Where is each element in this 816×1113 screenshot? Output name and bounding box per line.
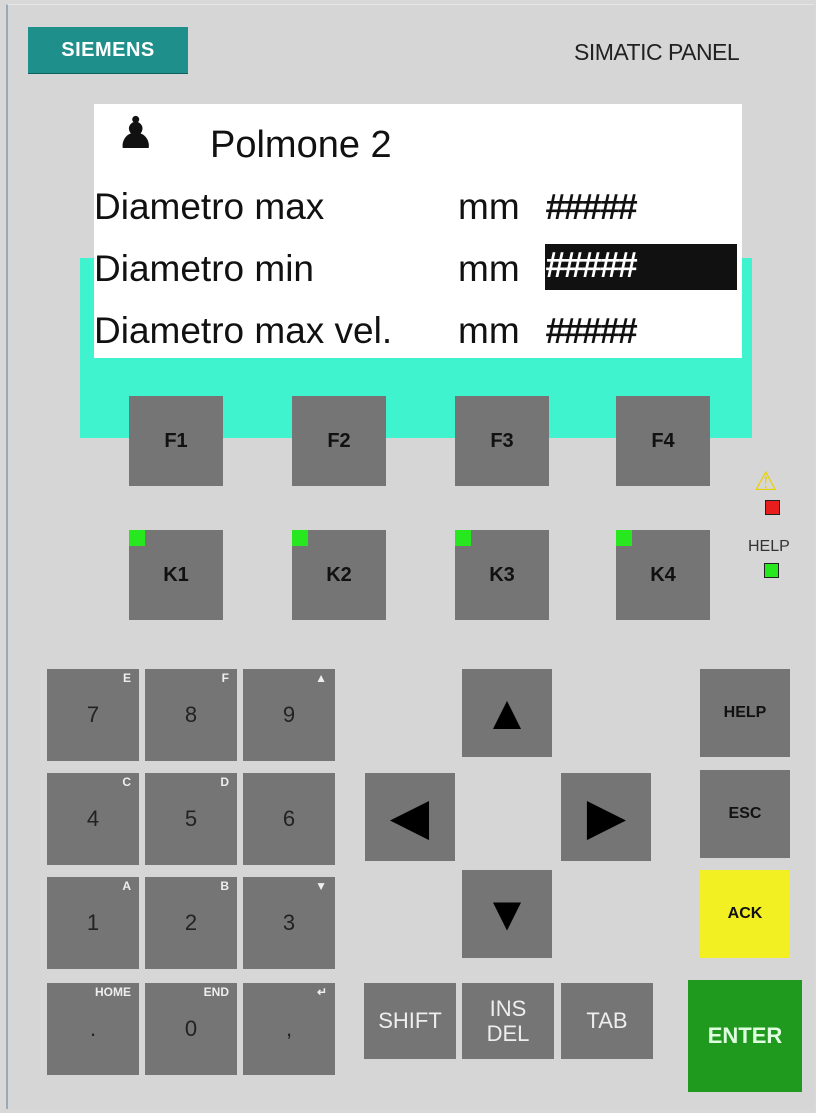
right-arrow-icon: ▶ [587, 791, 625, 844]
tab-button[interactable]: TAB [561, 983, 653, 1059]
row-label-diametro-min: Diametro min [94, 248, 314, 289]
left-arrow-button[interactable]: ◀ [365, 773, 455, 861]
row-unit: mm [458, 310, 520, 351]
key-6[interactable]: 6 [243, 773, 335, 865]
ins-label: INS [489, 995, 527, 1021]
key-5[interactable]: D5 [145, 773, 237, 865]
right-arrow-button[interactable]: ▶ [561, 773, 651, 861]
k2-label: K2 [326, 563, 352, 586]
ins-del-button[interactable]: INS DEL [462, 983, 554, 1059]
left-arrow-icon: ◀ [391, 791, 429, 844]
f1-button[interactable]: F1 [129, 396, 223, 486]
down-arrow-icon: ▼ [483, 887, 531, 941]
help-indicator-label: HELP [748, 538, 790, 555]
key-3[interactable]: ▼ 3 [243, 877, 335, 969]
key-8[interactable]: F8 [145, 669, 237, 761]
k3-led [455, 530, 471, 546]
key-2[interactable]: B2 [145, 877, 237, 969]
key-7[interactable]: E7 [47, 669, 139, 761]
del-label: DEL [486, 1021, 530, 1046]
f2-button[interactable]: F2 [292, 396, 386, 486]
key-4[interactable]: C4 [47, 773, 139, 865]
k1-button[interactable]: K1 [129, 530, 223, 620]
k3-label: K3 [489, 563, 515, 586]
key-1[interactable]: A1 [47, 877, 139, 969]
k4-led [616, 530, 632, 546]
enter-button[interactable]: ENTER [688, 980, 802, 1092]
k1-led [129, 530, 145, 546]
value-field-diametro-min[interactable]: ##### [545, 244, 737, 290]
f4-button[interactable]: F4 [616, 396, 710, 486]
pawn-icon: ♟ [116, 109, 156, 158]
warning-icon: ⚠ [754, 466, 778, 496]
k4-label: K4 [650, 563, 676, 586]
esc-button[interactable]: ESC [700, 770, 790, 858]
key-dot[interactable]: HOME. [47, 983, 139, 1075]
row-unit: mm [458, 248, 520, 289]
down-arrow-button[interactable]: ▼ [462, 870, 552, 958]
k1-label: K1 [163, 563, 189, 586]
screen-title: Polmone 2 [210, 124, 392, 166]
ack-button[interactable]: ACK [700, 870, 790, 958]
up-arrow-button[interactable]: ▲ [462, 669, 552, 757]
key-9[interactable]: ▲ 9 [243, 669, 335, 761]
row-label-diametro-max: Diametro max [94, 186, 325, 227]
row-unit: mm [458, 186, 520, 227]
k3-button[interactable]: K3 [455, 530, 549, 620]
k4-button[interactable]: K4 [616, 530, 710, 620]
key-0[interactable]: END 0 [145, 983, 237, 1075]
siemens-logo: SIEMENS [28, 27, 188, 73]
k2-button[interactable]: K2 [292, 530, 386, 620]
up-arrow-icon: ▲ [483, 686, 531, 740]
help-button[interactable]: HELP [700, 669, 790, 757]
value-field-diametro-max-vel[interactable]: ##### [545, 310, 737, 352]
value-field-diametro-max[interactable]: ##### [545, 186, 737, 228]
panel-title: SIMATIC PANEL [574, 39, 740, 65]
k2-led [292, 530, 308, 546]
error-led [765, 500, 780, 515]
f3-button[interactable]: F3 [455, 396, 549, 486]
shift-button[interactable]: SHIFT [364, 983, 456, 1059]
key-comma[interactable]: ↵, [243, 983, 335, 1075]
help-led [764, 563, 779, 578]
row-label-diametro-max-vel: Diametro max vel. [94, 310, 393, 351]
